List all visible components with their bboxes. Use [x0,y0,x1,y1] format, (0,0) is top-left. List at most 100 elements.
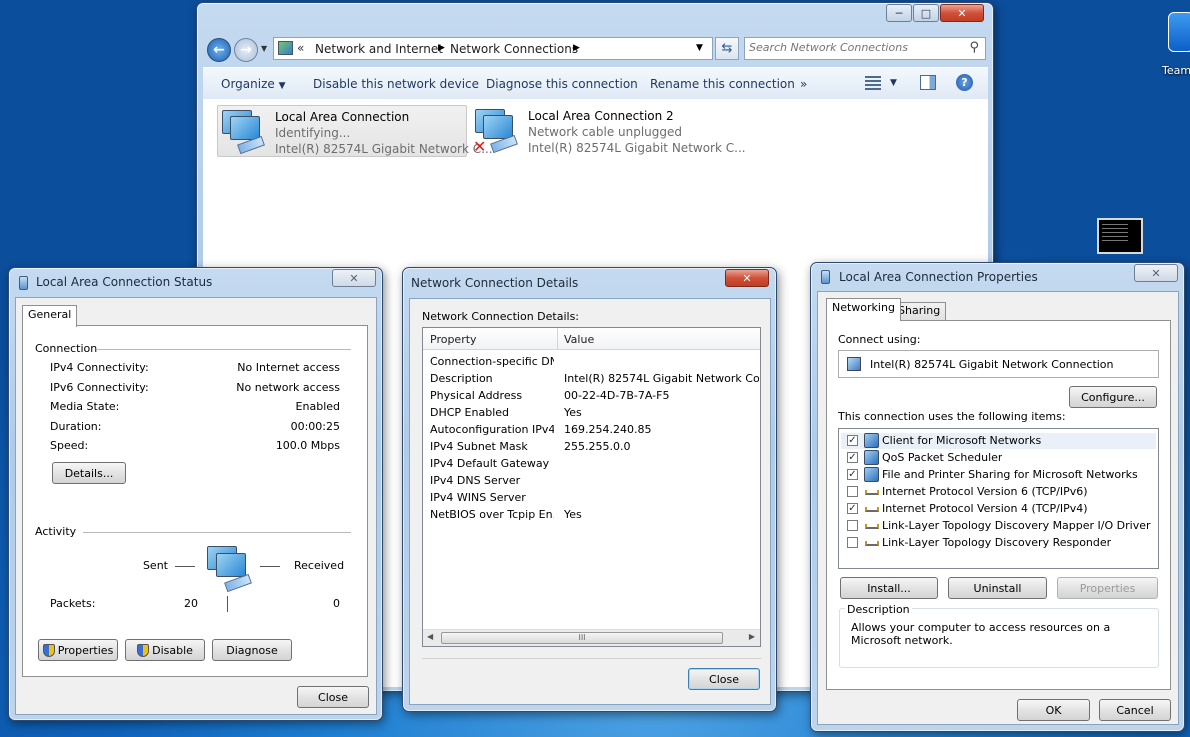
scroll-left-arrow[interactable]: ◀ [427,632,433,641]
description-label: Description [845,603,912,616]
close-dialog-button[interactable]: Close [297,686,369,708]
close-button[interactable]: ✕ [1134,264,1178,282]
connection-item-local-area[interactable]: Local Area Connection Identifying... Int… [217,105,493,157]
detail-property[interactable]: DHCP Enabled [430,406,554,419]
disable-button[interactable]: Disable [125,639,205,661]
ipv6-value: No network access [236,381,340,394]
item-checkbox[interactable] [847,520,858,531]
list-item[interactable]: ✓ File and Printer Sharing for Microsoft … [841,467,1156,483]
connection-item-local-area-2[interactable]: ✕ Local Area Connection 2 Network cable … [473,105,746,157]
breadcrumb-prefix[interactable]: « [297,41,304,55]
more-commands-button[interactable]: » [800,77,807,91]
detail-property[interactable]: IPv4 WINS Server [430,491,554,504]
cancel-button[interactable]: Cancel [1099,699,1171,721]
item-checkbox[interactable] [847,537,858,548]
search-icon[interactable]: ⚲ [969,40,979,55]
column-header-value[interactable]: Value [564,333,594,346]
detail-value[interactable]: Intel(R) 82574L Gigabit Network Connect [564,372,759,385]
divider [83,532,351,533]
connection-section-header: Connection [35,342,98,355]
ipv6-label: IPv6 Connectivity: [50,381,149,394]
received-label: Received [294,559,345,572]
console-thumbnail-icon[interactable] [1097,218,1143,254]
ok-button[interactable]: OK [1017,699,1090,721]
detail-property[interactable]: IPv4 Default Gateway [430,457,554,470]
maximize-button[interactable]: □ [913,4,939,22]
dialog-title: Network Connection Details [411,276,579,290]
diagnose-connection-button[interactable]: Diagnose this connection [486,77,638,91]
adapter-name: Intel(R) 82574L Gigabit Network Connecti… [870,358,1114,371]
detail-property[interactable]: NetBIOS over Tcpip En... [430,508,554,521]
uninstall-button[interactable]: Uninstall [948,577,1047,599]
horizontal-scrollbar[interactable]: ◀ III ▶ [423,629,760,646]
scroll-right-arrow[interactable]: ▶ [749,632,755,641]
item-checkbox[interactable]: ✓ [847,503,858,514]
list-item[interactable]: ✓ QoS Packet Scheduler [841,450,1156,466]
search-box[interactable]: ⚲ [744,37,986,60]
preview-pane-icon[interactable] [920,75,936,90]
rename-connection-button[interactable]: Rename this connection [650,77,795,91]
forward-button[interactable]: → [234,38,258,62]
detail-property[interactable]: Description [430,372,554,385]
detail-value[interactable]: 169.254.240.85 [564,423,759,436]
tab-general[interactable]: General [22,305,78,327]
breadcrumb-network-connections[interactable]: Network Connections [450,42,578,56]
network-service-icon [864,450,879,465]
properties-button[interactable]: Properties [38,639,118,661]
detail-value[interactable]: 00-22-4D-7B-7A-F5 [564,389,759,402]
item-checkbox[interactable] [847,486,858,497]
uac-shield-icon [42,643,55,657]
minimize-button[interactable]: ─ [886,4,912,22]
recent-pages-dropdown[interactable]: ▼ [261,44,267,53]
detail-value[interactable]: 255.255.0.0 [564,440,759,453]
close-button[interactable]: ✕ [940,4,984,22]
view-dropdown-icon[interactable]: ▼ [890,78,897,88]
disable-device-button[interactable]: Disable this network device [313,77,479,91]
item-checkbox[interactable]: ✓ [847,435,858,446]
item-checkbox[interactable]: ✓ [847,452,858,463]
close-dialog-button[interactable]: Close [688,668,760,690]
detail-property[interactable]: Autoconfiguration IPv4 ... [430,423,554,436]
detail-property[interactable]: Connection-specific DN... [430,355,554,368]
properties-button-label: Properties [57,643,114,657]
change-view-icon[interactable] [865,76,881,90]
list-item[interactable]: Link-Layer Topology Discovery Responder [841,535,1156,551]
list-item[interactable]: ✓ Internet Protocol Version 4 (TCP/IPv4) [841,501,1156,517]
back-button[interactable]: ← [207,38,231,62]
organize-menu[interactable]: Organize ▼ [221,77,286,91]
detail-property[interactable]: IPv4 DNS Server [430,474,554,487]
scroll-thumb[interactable]: III [441,632,723,644]
detail-property[interactable]: Physical Address [430,389,554,402]
details-list[interactable]: Property Value Connection-specific DN...… [422,327,761,647]
details-button[interactable]: Details... [52,462,126,484]
list-item[interactable]: Internet Protocol Version 6 (TCP/IPv6) [841,484,1156,500]
breadcrumb-separator: ▶ [573,43,580,53]
connection-properties-dialog: Local Area Connection Properties ✕ Netwo… [810,262,1185,732]
connection-name: Local Area Connection [275,110,410,124]
detail-value[interactable]: Yes [564,508,759,521]
address-bar[interactable]: « Network and Internet ▶ Network Connect… [273,37,713,60]
detail-value[interactable]: Yes [564,406,759,419]
column-header-property[interactable]: Property [430,333,477,346]
detail-property[interactable]: IPv4 Subnet Mask [430,440,554,453]
refresh-button[interactable]: ⇆ [715,37,739,60]
teamviewer-desktop-icon[interactable]: Team [1162,12,1190,80]
install-button[interactable]: Install... [840,577,938,599]
breadcrumb-network-and-internet[interactable]: Network and Internet [315,42,443,56]
item-properties-button[interactable]: Properties [1057,577,1158,599]
media-state-value: Enabled [295,400,340,413]
address-dropdown-icon[interactable]: ▼ [696,43,703,53]
tab-networking[interactable]: Networking [826,298,901,321]
help-icon[interactable]: ? [956,74,973,91]
network-status-icon [19,276,28,290]
item-checkbox[interactable]: ✓ [847,469,858,480]
connect-using-label: Connect using: [838,333,921,346]
close-button[interactable]: ✕ [725,269,769,287]
search-input[interactable] [749,41,959,54]
list-item[interactable]: Link-Layer Topology Discovery Mapper I/O… [841,518,1156,534]
item-label: Link-Layer Topology Discovery Responder [882,536,1112,549]
list-item[interactable]: ✓ Client for Microsoft Networks [841,433,1156,449]
configure-button[interactable]: Configure... [1069,386,1157,408]
diagnose-button[interactable]: Diagnose [212,639,292,661]
close-button[interactable]: ✕ [332,269,376,287]
